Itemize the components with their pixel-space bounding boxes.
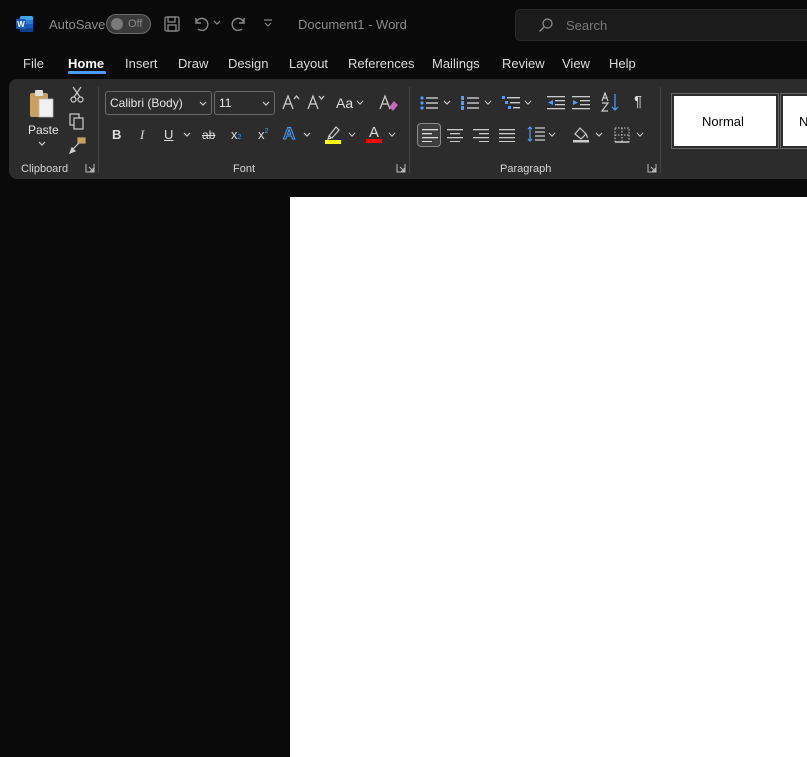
italic-button[interactable]: I (140, 127, 144, 143)
increase-indent-icon[interactable] (571, 93, 591, 113)
tab-insert[interactable]: Insert (125, 56, 158, 71)
document-page[interactable] (290, 197, 807, 757)
text-effects-dropdown-icon[interactable] (303, 132, 311, 138)
font-color-button[interactable]: A (366, 123, 384, 144)
title-bar: W AutoSave Off Document1 - Word Search (0, 0, 807, 50)
align-center-icon[interactable] (445, 125, 465, 145)
cut-icon[interactable] (69, 85, 85, 103)
ribbon-tabs: File Home Insert Draw Design Layout Refe… (0, 50, 807, 78)
change-case-dropdown-icon[interactable] (356, 100, 364, 106)
bullets-icon[interactable] (419, 93, 439, 113)
undo-icon[interactable] (192, 15, 210, 33)
tab-mailings[interactable]: Mailings (432, 56, 480, 71)
tab-layout[interactable]: Layout (289, 56, 328, 71)
underline-button[interactable]: U (164, 127, 173, 142)
show-marks-button[interactable]: ¶ (634, 93, 642, 110)
align-right-icon[interactable] (471, 125, 491, 145)
shading-icon[interactable] (571, 124, 591, 144)
subscript-mark: 2 (237, 134, 242, 141)
group-separator (660, 87, 661, 173)
style-next[interactable]: N (780, 93, 807, 149)
grow-font-icon[interactable] (280, 92, 300, 112)
font-name-select[interactable]: Calibri (Body) (105, 91, 212, 115)
chevron-down-icon (199, 101, 207, 106)
paste-icon[interactable] (25, 87, 59, 121)
borders-dropdown-icon[interactable] (636, 132, 644, 138)
tab-home[interactable]: Home (68, 56, 104, 71)
tab-design[interactable]: Design (228, 56, 268, 71)
decrease-indent-icon[interactable] (546, 93, 566, 113)
autosave-label: AutoSave (49, 17, 106, 32)
copy-icon[interactable] (68, 112, 86, 130)
paragraph-launcher-icon[interactable] (647, 163, 657, 173)
active-tab-indicator (68, 71, 106, 74)
shading-dropdown-icon[interactable] (595, 132, 603, 138)
tab-help[interactable]: Help (609, 56, 636, 71)
format-painter-icon[interactable] (68, 136, 86, 154)
line-spacing-icon[interactable] (526, 124, 546, 144)
search-placeholder: Search (566, 18, 608, 33)
justify-icon[interactable] (497, 125, 517, 145)
tab-references[interactable]: References (348, 56, 414, 71)
strikethrough-button[interactable]: ab (202, 128, 215, 142)
word-logo-icon: W (16, 15, 34, 33)
tab-view[interactable]: View (562, 56, 590, 71)
tab-review[interactable]: Review (502, 56, 545, 71)
toggle-knob (111, 18, 123, 30)
clipboard-group-label: Clipboard (21, 163, 69, 175)
group-separator (409, 87, 410, 173)
paste-label[interactable]: Paste (28, 123, 59, 137)
customize-quick-access-icon[interactable] (263, 19, 273, 29)
bold-button[interactable]: B (112, 127, 121, 142)
search-box[interactable]: Search (515, 9, 807, 41)
tab-draw[interactable]: Draw (178, 56, 208, 71)
bullets-dropdown-icon[interactable] (443, 100, 451, 106)
superscript-button[interactable]: x2 (258, 127, 268, 142)
font-launcher-icon[interactable] (396, 163, 406, 173)
clipboard-launcher-icon[interactable] (85, 163, 95, 173)
multilevel-list-icon[interactable] (501, 93, 521, 113)
font-color-dropdown-icon[interactable] (388, 132, 396, 138)
change-case-button[interactable]: Aa (336, 95, 353, 111)
style-next-label: N (799, 114, 807, 129)
borders-icon[interactable] (612, 125, 632, 145)
tab-file[interactable]: File (23, 56, 44, 71)
style-normal[interactable]: Normal (671, 93, 779, 149)
font-color-swatch (366, 139, 382, 143)
autosave-toggle[interactable]: Off (106, 14, 151, 34)
sort-icon[interactable] (600, 91, 622, 113)
shrink-font-icon[interactable] (305, 92, 325, 112)
subscript-button[interactable]: x2 (231, 127, 241, 142)
search-icon (538, 17, 554, 33)
svg-text:W: W (17, 20, 25, 29)
font-size-select[interactable]: 11 (214, 91, 275, 115)
superscript-mark: 2 (264, 128, 269, 135)
chevron-down-icon (262, 101, 270, 106)
document-canvas (0, 180, 807, 757)
highlight-dropdown-icon[interactable] (348, 132, 356, 138)
ribbon: Paste Clipboard Calibri (Body) 11 Aa B I… (9, 79, 807, 179)
font-name-value: Calibri (Body) (110, 96, 183, 110)
text-effects-button[interactable]: A (282, 124, 295, 144)
paste-dropdown-icon[interactable] (38, 141, 46, 147)
save-icon[interactable] (163, 15, 181, 33)
highlight-icon[interactable] (323, 124, 343, 144)
multilevel-dropdown-icon[interactable] (524, 100, 532, 106)
redo-icon[interactable] (230, 15, 248, 33)
align-left-icon (422, 129, 438, 142)
autosave-state: Off (128, 18, 143, 30)
align-left-button[interactable] (417, 123, 441, 147)
numbering-dropdown-icon[interactable] (484, 100, 492, 106)
clear-formatting-icon[interactable] (378, 92, 398, 112)
font-group-label: Font (233, 163, 256, 175)
paragraph-group-label: Paragraph (500, 163, 552, 175)
numbering-icon[interactable] (460, 93, 480, 113)
group-separator (98, 87, 99, 173)
line-spacing-dropdown-icon[interactable] (548, 132, 556, 138)
undo-dropdown-icon[interactable] (213, 20, 221, 26)
font-size-value: 11 (219, 96, 232, 110)
document-title: Document1 - Word (298, 17, 407, 32)
style-normal-label: Normal (702, 114, 744, 129)
underline-dropdown-icon[interactable] (183, 132, 191, 138)
